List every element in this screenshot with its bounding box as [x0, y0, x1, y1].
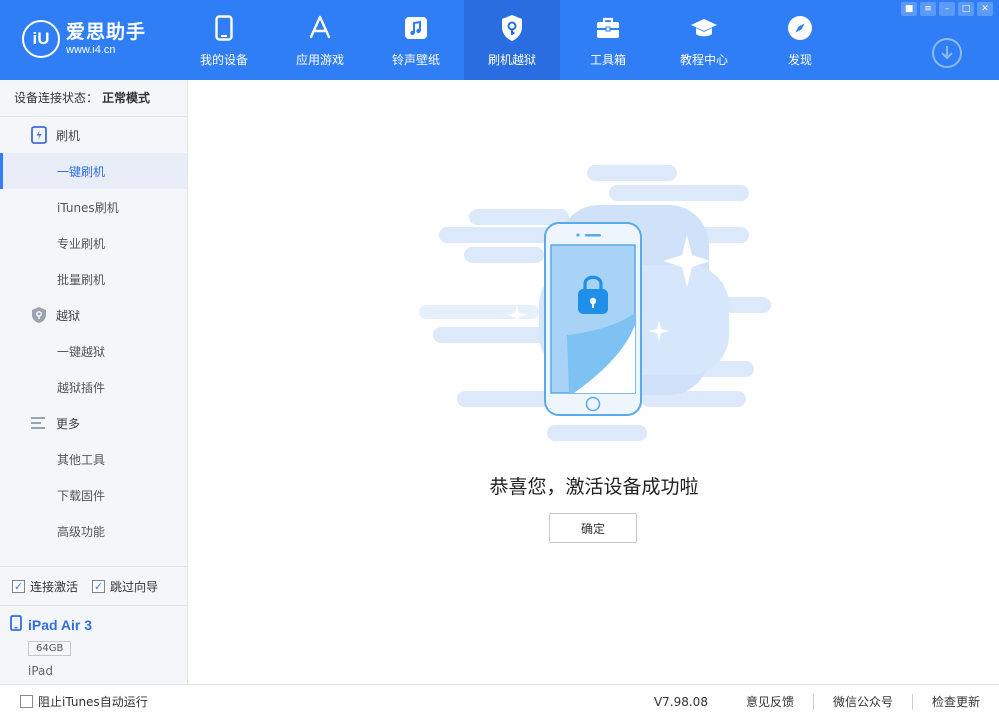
logo-mark: iU	[22, 20, 60, 58]
confirm-button[interactable]: 确定	[549, 513, 637, 543]
nav-toolbox[interactable]: 工具箱	[560, 0, 656, 80]
minimize-icon[interactable]: –	[939, 2, 955, 16]
checkmark-icon: ✓	[92, 579, 106, 593]
close-icon[interactable]: ✕	[977, 2, 993, 16]
sidebar-menu: 刷机 一键刷机 iTunes刷机 专业刷机 批量刷机 越狱 一键越狱 越狱插件 …	[0, 117, 187, 549]
nav-label: 刷机越狱	[487, 53, 536, 67]
connection-status-value: 正常模式	[102, 91, 151, 105]
jailbreak-shield-icon	[30, 306, 48, 324]
nav-label: 工具箱	[589, 53, 626, 67]
checkbox-empty	[20, 695, 33, 708]
sidebar-item-label: iTunes刷机	[57, 200, 119, 215]
app-store-icon	[306, 14, 334, 42]
download-icon[interactable]	[932, 38, 962, 68]
menu-icon[interactable]: ≡	[920, 2, 936, 16]
nav-my-device[interactable]: 我的设备	[176, 0, 272, 80]
block-itunes-checkbox[interactable]: 阻止iTunes自动运行	[0, 693, 148, 710]
sidebar-item-batch-flash[interactable]: 批量刷机	[0, 261, 187, 297]
sidebar-item-label: 一键刷机	[57, 164, 106, 179]
sidebar-group-label: 越狱	[56, 308, 81, 323]
sidebar-item-jailbreak-plugins[interactable]: 越狱插件	[0, 369, 187, 405]
device-info[interactable]: iPad Air 3 64GB iPad	[0, 607, 187, 678]
sidebar-item-advanced[interactable]: 高级功能	[0, 513, 187, 549]
check-update-link[interactable]: 检查更新	[913, 694, 999, 710]
compass-icon	[786, 14, 814, 42]
sidebar-group-label: 刷机	[56, 128, 81, 143]
version-label: V7.98.08	[653, 695, 708, 709]
sidebar-item-label: 其他工具	[57, 452, 106, 467]
sidebar-item-label: 越狱插件	[57, 380, 106, 395]
device-name: iPad Air 3	[28, 617, 93, 633]
sidebar-item-itunes-flash[interactable]: iTunes刷机	[0, 189, 187, 225]
nav-label: 应用游戏	[295, 53, 344, 67]
main-panel: 恭喜您，激活设备成功啦 确定	[189, 80, 999, 684]
music-icon	[402, 14, 430, 42]
feedback-link[interactable]: 意见反馈	[727, 694, 813, 710]
device-type: iPad	[28, 664, 54, 678]
sidebar-options: ✓ 连接激活 ✓ 跳过向导	[0, 566, 187, 606]
connection-status: 设备连接状态： 正常模式	[0, 80, 187, 117]
shield-key-icon	[498, 14, 526, 42]
window-controls: ■ ≡ – □ ✕	[901, 2, 993, 16]
nav-label: 铃声壁纸	[391, 53, 440, 67]
status-bar: 阻止iTunes自动运行 V7.98.08 意见反馈 微信公众号 检查更新	[0, 684, 999, 718]
sidebar-group-jailbreak[interactable]: 越狱	[0, 297, 187, 333]
nav-flash-jailbreak[interactable]: 刷机越狱	[464, 0, 560, 80]
phone-icon	[210, 14, 238, 42]
footer-links: V7.98.08 意见反馈 微信公众号 检查更新	[654, 685, 999, 718]
success-message: 恭喜您，激活设备成功啦	[489, 476, 699, 498]
sidebar-item-one-click-flash[interactable]: 一键刷机	[0, 153, 187, 189]
logo-title: 爱思助手	[66, 21, 147, 43]
nav-label: 发现	[787, 53, 812, 67]
sidebar-group-more[interactable]: 更多	[0, 405, 187, 441]
sidebar-item-label: 专业刷机	[57, 236, 106, 251]
checkbox-label: 连接激活	[30, 579, 79, 594]
graduation-cap-icon	[690, 14, 718, 42]
skin-icon[interactable]: ■	[901, 2, 917, 16]
toolbox-icon	[594, 14, 622, 42]
checkbox-label: 跳过向导	[110, 579, 159, 594]
flash-phone-icon	[30, 126, 48, 144]
nav-apps-games[interactable]: 应用游戏	[272, 0, 368, 80]
sidebar-item-download-firmware[interactable]: 下载固件	[0, 477, 187, 513]
nav-label: 我的设备	[199, 53, 248, 67]
checkbox-label: 阻止iTunes自动运行	[38, 695, 148, 709]
sidebar-item-label: 一键越狱	[57, 344, 106, 359]
sidebar-item-other-tools[interactable]: 其他工具	[0, 441, 187, 477]
sidebar-item-pro-flash[interactable]: 专业刷机	[0, 225, 187, 261]
sidebar-item-label: 高级功能	[57, 524, 106, 539]
nav-ringtones-wallpapers[interactable]: 铃声壁纸	[368, 0, 464, 80]
sidebar-group-label: 更多	[56, 416, 81, 431]
device-capacity-badge: 64GB	[28, 641, 72, 656]
sidebar-item-one-click-jailbreak[interactable]: 一键越狱	[0, 333, 187, 369]
logo-url: www.i4.cn	[66, 44, 116, 56]
connection-status-label: 设备连接状态：	[14, 91, 99, 105]
maximize-icon[interactable]: □	[958, 2, 974, 16]
activation-success-illustration	[419, 165, 779, 450]
wechat-link[interactable]: 微信公众号	[814, 694, 912, 710]
nav-label: 教程中心	[679, 53, 728, 67]
auto-activate-checkbox[interactable]: ✓ 连接激活	[12, 578, 78, 595]
sidebar-item-label: 批量刷机	[57, 272, 106, 287]
tablet-icon	[10, 615, 22, 635]
main-nav: 我的设备 应用游戏 铃声壁纸 刷机越狱 工具箱 教程中心 发现	[176, 0, 848, 80]
checkmark-icon: ✓	[12, 579, 25, 593]
top-bar: iU 爱思助手 www.i4.cn 我的设备 应用游戏 铃声壁纸 刷机越狱 工具…	[0, 0, 999, 80]
nav-discover[interactable]: 发现	[752, 0, 848, 80]
sidebar: 设备连接状态： 正常模式 刷机 一键刷机 iTunes刷机 专业刷机 批量刷机 越…	[0, 80, 188, 684]
app-logo: iU 爱思助手 www.i4.cn	[22, 20, 146, 58]
skip-setup-checkbox[interactable]: ✓ 跳过向导	[92, 578, 158, 595]
list-lines-icon	[30, 414, 48, 432]
nav-tutorials[interactable]: 教程中心	[656, 0, 752, 80]
sidebar-group-flash[interactable]: 刷机	[0, 117, 187, 153]
sidebar-item-label: 下载固件	[57, 488, 106, 503]
